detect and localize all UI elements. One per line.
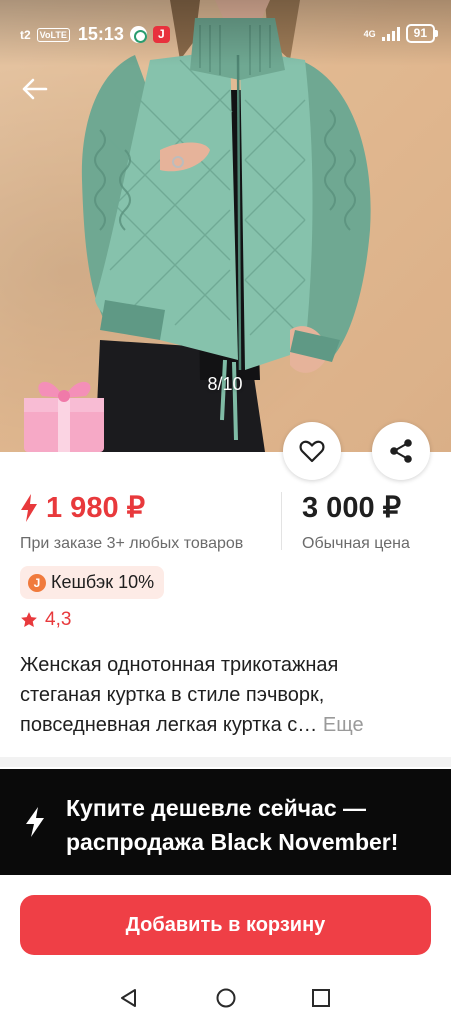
regular-price-block: 3 000 ₽ Обычная цена [302, 490, 410, 553]
battery-icon: 91 [405, 24, 439, 43]
star-icon [21, 612, 37, 627]
notification-app-icon [129, 26, 147, 43]
regular-price-value: 3 000 ₽ [302, 492, 402, 524]
favorite-button[interactable] [283, 422, 341, 480]
cashback-icon: J [28, 573, 46, 592]
product-title[interactable]: Женская однотонная трикотажная стеганая … [20, 650, 420, 740]
status-left: t2 VoLTE 15:13 J [20, 24, 170, 45]
add-to-cart-button[interactable]: Добавить в корзину [20, 895, 431, 955]
lightning-icon [21, 493, 37, 522]
volte-badge: VoLTE [36, 27, 70, 42]
signal-icon [381, 26, 400, 41]
share-icon [390, 439, 412, 463]
gallery-counter: 8/10 [207, 374, 243, 394]
clock: 15:13 [77, 24, 124, 44]
discount-price-value: 1 980 ₽ [46, 492, 146, 524]
show-more-link[interactable]: Еще [323, 714, 364, 736]
status-bar: t2 VoLTE 15:13 J 4G 91 [0, 0, 451, 66]
cashback-label: Кешбэк 10% [51, 572, 155, 592]
gift-icon[interactable] [20, 368, 112, 456]
regular-price-note: Обычная цена [302, 535, 410, 552]
heart-icon [299, 440, 325, 463]
share-button[interactable] [372, 422, 430, 480]
rating-value: 4,3 [45, 609, 72, 630]
promo-banner[interactable]: Купите дешевле сейчас — распродажа Black… [0, 769, 451, 875]
rating[interactable]: 4,3 [20, 609, 71, 631]
section-divider [0, 757, 451, 767]
nav-back-icon[interactable] [117, 986, 141, 1010]
system-navigation-bar [0, 968, 451, 1024]
discount-price: 1 980 ₽ [20, 490, 243, 525]
discount-price-block: 1 980 ₽ При заказе 3+ любых товаров [20, 490, 243, 553]
status-right: 4G 91 [363, 24, 439, 43]
nav-home-icon[interactable] [214, 986, 238, 1010]
promo-text: Купите дешевле сейчас — распродажа Black… [66, 795, 399, 855]
price-divider [281, 492, 282, 550]
network-type: 4G [363, 28, 376, 39]
cashback-badge[interactable]: J Кешбэк 10% [20, 566, 165, 599]
back-arrow-icon [22, 78, 48, 100]
lightning-icon [26, 807, 44, 837]
notification-j-icon: J [152, 26, 170, 43]
discount-price-note: При заказе 3+ любых товаров [20, 535, 244, 552]
product-title-text: Женская однотонная трикотажная стеганая … [20, 654, 339, 736]
nav-recent-apps-icon[interactable] [309, 986, 333, 1010]
back-button[interactable] [18, 74, 52, 104]
network-operator: t2 [20, 27, 31, 42]
